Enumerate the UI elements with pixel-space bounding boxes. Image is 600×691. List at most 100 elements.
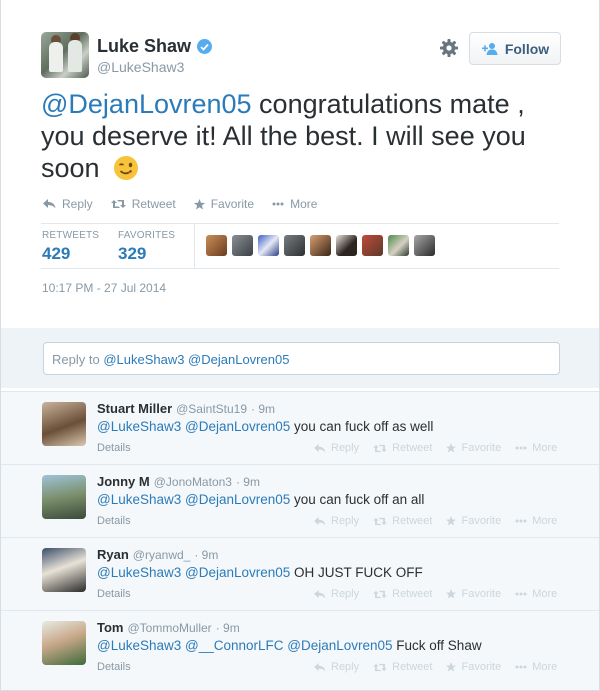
favorites-count: 329	[118, 244, 147, 263]
avatar[interactable]	[310, 235, 331, 256]
more-label: More	[532, 661, 558, 673]
reply-label: Reply	[62, 197, 93, 211]
gear-icon[interactable]	[439, 38, 459, 58]
avatar[interactable]	[41, 32, 89, 78]
star-icon	[446, 589, 457, 599]
retweet-label: Retweet	[392, 515, 433, 527]
retweet-button[interactable]: Retweet	[373, 661, 432, 673]
avatar[interactable]	[362, 235, 383, 256]
retweet-button[interactable]: Retweet	[110, 197, 176, 211]
follow-button[interactable]: Follow	[469, 32, 561, 65]
author-handle[interactable]: @LukeShaw3	[97, 59, 184, 75]
tweet-timestamp[interactable]: 10:17 PM - 27 Jul 2014	[42, 281, 166, 295]
favorite-button[interactable]: Favorite	[446, 442, 501, 454]
avatar[interactable]	[232, 235, 253, 256]
favorites-stat[interactable]: FAVORITES 329	[118, 230, 175, 264]
favorite-button[interactable]: Favorite	[446, 588, 501, 600]
author-name[interactable]: Luke Shaw	[97, 36, 191, 57]
retweets-count: 429	[42, 244, 71, 263]
more-label: More	[532, 588, 558, 600]
reply-time[interactable]: · 9m	[216, 621, 240, 635]
reply-time[interactable]: · 9m	[194, 548, 218, 562]
favorite-label: Favorite	[210, 197, 255, 211]
reply-text: @LukeShaw3 @__ConnorLFC @DejanLovren05 F…	[97, 638, 482, 653]
reply-prefix: Reply to	[52, 352, 104, 367]
reply-button[interactable]: Reply	[314, 515, 359, 527]
details-link[interactable]: Details	[97, 661, 131, 673]
reply-body: you can fuck off as well	[290, 419, 434, 434]
reply-author-name[interactable]: Ryan	[97, 547, 129, 562]
reply-author-name[interactable]: Stuart Miller	[97, 401, 172, 416]
reply-author-handle[interactable]: @TommoMuller	[127, 621, 211, 635]
more-button[interactable]: More	[515, 661, 557, 673]
retweet-icon	[373, 444, 387, 452]
reply-tweet[interactable]: Tom @TommoMuller · 9m @LukeShaw3 @__Conn…	[1, 610, 599, 690]
avatar[interactable]	[42, 475, 86, 519]
more-button[interactable]: More	[272, 197, 317, 211]
reply-time[interactable]: · 9m	[236, 475, 260, 489]
reply-author-name[interactable]: Jonny M	[97, 474, 150, 489]
details-link[interactable]: Details	[97, 442, 131, 454]
retweet-button[interactable]: Retweet	[373, 515, 432, 527]
retweet-label: Retweet	[392, 442, 433, 454]
avatar[interactable]	[42, 621, 86, 665]
favorite-button[interactable]: Favorite	[446, 515, 501, 527]
more-button[interactable]: More	[515, 588, 557, 600]
tweet-permalink: Luke Shaw @LukeShaw3 Follow @DejanLovren…	[0, 0, 600, 691]
avatar[interactable]	[42, 548, 86, 592]
reply-mentions[interactable]: @LukeShaw3 @DejanLovren05	[97, 419, 290, 434]
reply-author-handle[interactable]: @SaintStu19	[176, 402, 247, 416]
avatar[interactable]	[414, 235, 435, 256]
winking-face-emoji-icon	[114, 156, 139, 180]
reply-tweet[interactable]: Stuart Miller @SaintStu19 · 9m @LukeShaw…	[1, 391, 599, 464]
reply-mentions: @LukeShaw3 @DejanLovren05	[103, 352, 290, 367]
retweet-icon	[373, 517, 387, 525]
reply-tweet[interactable]: Ryan @ryanwd_ · 9m @LukeShaw3 @DejanLovr…	[1, 537, 599, 610]
tweet-mention-link[interactable]: @DejanLovren05	[41, 89, 252, 119]
reply-label: Reply	[331, 588, 360, 600]
reply-actions: Reply Retweet Favorite More	[314, 515, 557, 527]
retweet-label: Retweet	[392, 588, 433, 600]
reply-author-handle[interactable]: @JonoMaton3	[154, 475, 232, 489]
favorite-label: Favorite	[461, 442, 502, 454]
reply-mentions[interactable]: @LukeShaw3 @__ConnorLFC @DejanLovren05	[97, 638, 393, 653]
reply-tweet[interactable]: Jonny M @JonoMaton3 · 9m @LukeShaw3 @Dej…	[1, 464, 599, 537]
avatar[interactable]	[206, 235, 227, 256]
reply-mentions[interactable]: @LukeShaw3 @DejanLovren05	[97, 492, 290, 507]
more-button[interactable]: More	[515, 442, 557, 454]
retweets-stat[interactable]: RETWEETS 429	[42, 230, 99, 264]
details-link[interactable]: Details	[97, 515, 131, 527]
more-button[interactable]: More	[515, 515, 557, 527]
reply-text: @LukeShaw3 @DejanLovren05 you can fuck o…	[97, 419, 433, 434]
reply-button[interactable]: Reply	[43, 197, 93, 211]
star-icon	[446, 662, 457, 672]
tweet-actions: Reply Retweet Favorite More	[43, 197, 317, 211]
favorite-button[interactable]: Favorite	[446, 661, 501, 673]
avatar[interactable]	[258, 235, 279, 256]
stats-separator	[194, 224, 195, 268]
details-link[interactable]: Details	[97, 588, 131, 600]
reply-header: Stuart Miller @SaintStu19 · 9m	[97, 401, 275, 416]
favorite-button[interactable]: Favorite	[193, 197, 255, 211]
reply-author-handle[interactable]: @ryanwd_	[133, 548, 191, 562]
retweet-button[interactable]: Retweet	[373, 588, 432, 600]
reply-button[interactable]: Reply	[314, 661, 359, 673]
reply-button[interactable]: Reply	[314, 442, 359, 454]
reply-button[interactable]: Reply	[314, 588, 359, 600]
reply-time[interactable]: · 9m	[251, 402, 275, 416]
reply-input[interactable]: Reply to @LukeShaw3 @DejanLovren05	[43, 342, 560, 375]
avatar[interactable]	[336, 235, 357, 256]
retweet-icon	[110, 200, 126, 208]
avatar[interactable]	[388, 235, 409, 256]
avatar[interactable]	[284, 235, 305, 256]
reply-author-name[interactable]: Tom	[97, 620, 123, 635]
retweets-label: RETWEETS	[42, 230, 100, 241]
more-dots-icon	[515, 665, 527, 669]
avatar[interactable]	[42, 402, 86, 446]
retweet-label: Retweet	[131, 197, 176, 211]
divider	[41, 268, 559, 269]
reply-mentions[interactable]: @LukeShaw3 @DejanLovren05	[97, 565, 290, 580]
retweet-button[interactable]: Retweet	[373, 442, 432, 454]
retweet-label: Retweet	[392, 661, 433, 673]
more-label: More	[290, 197, 318, 211]
